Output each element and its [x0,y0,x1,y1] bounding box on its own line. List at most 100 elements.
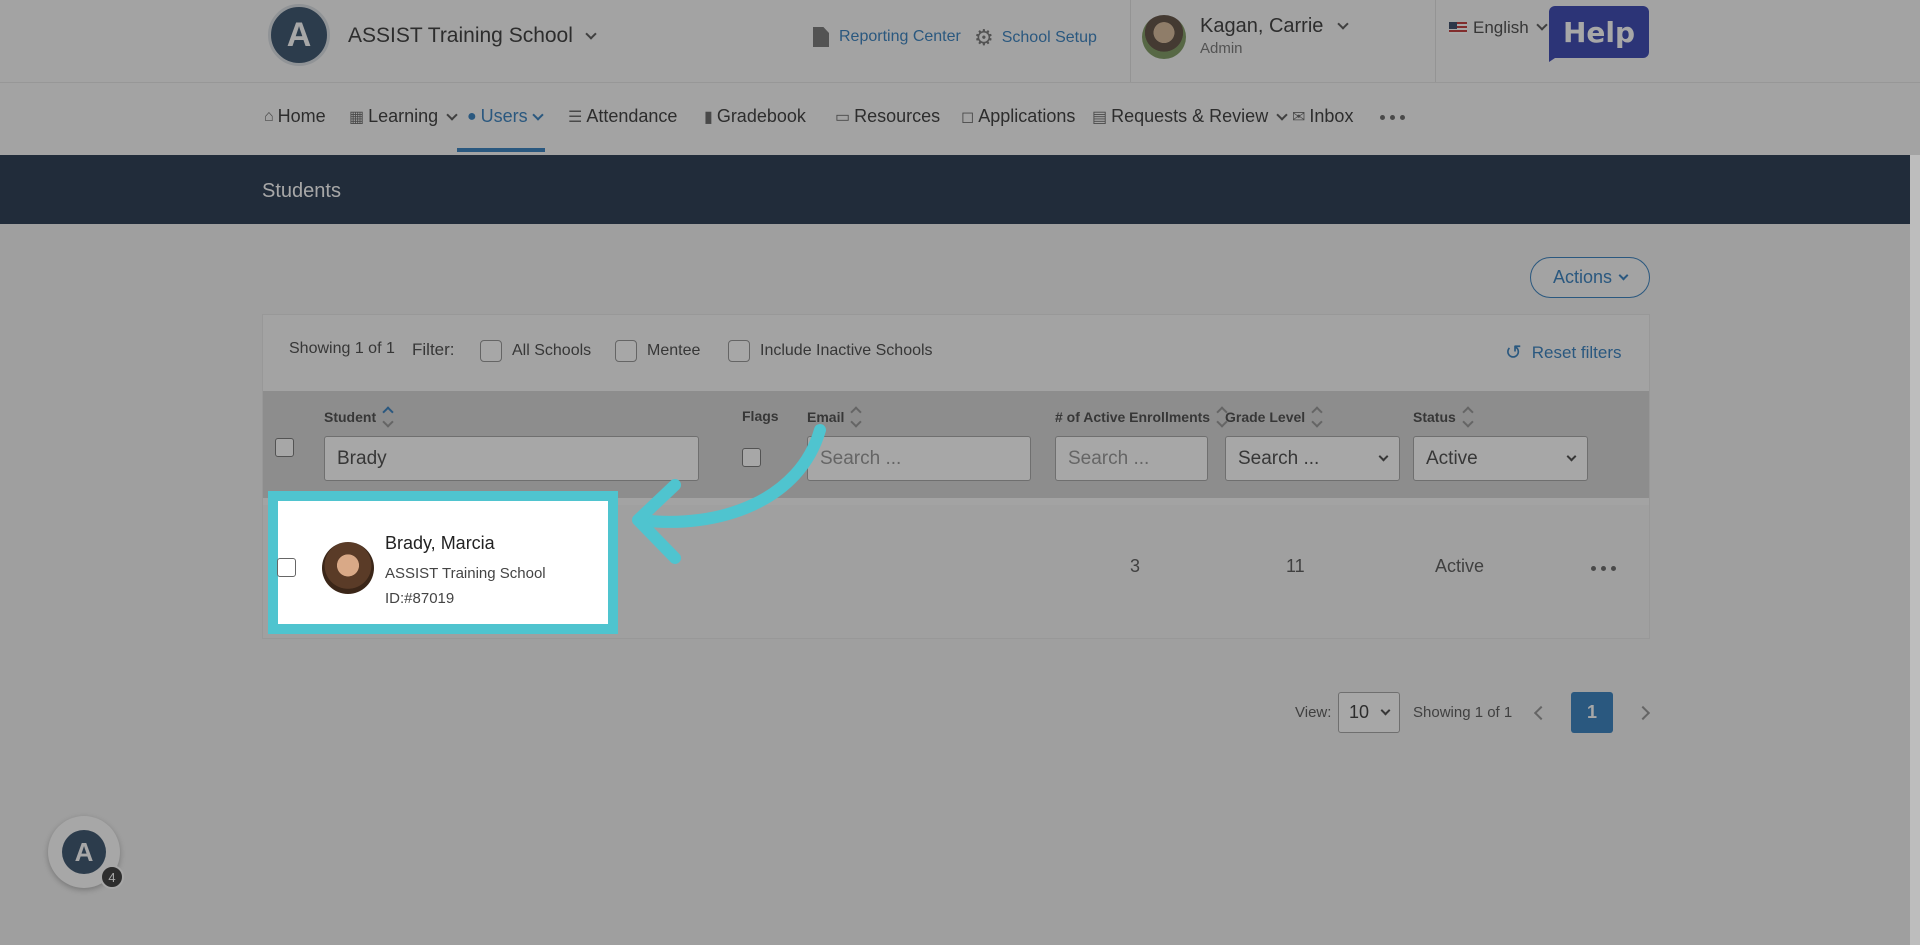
column-grade-label: Grade Level [1225,409,1306,425]
nav-label: Learning [368,106,439,126]
filter-mentee[interactable]: Mentee [615,340,700,362]
nav-label: Gradebook [716,106,806,126]
help-button[interactable]: Help [1549,6,1649,58]
column-status[interactable]: Status [1413,406,1474,428]
email-search-input[interactable]: Search ... [807,436,1031,481]
clipboard-icon: ▤ [1092,108,1108,126]
mentee-checkbox[interactable] [615,340,637,362]
chevron-down-icon [1378,451,1389,462]
chevron-down-icon [1337,18,1349,30]
notification-badge: 4 [100,865,124,889]
filter-include-inactive[interactable]: Include Inactive Schools [728,340,933,362]
nav-resources[interactable]: ▭ Resources [835,106,940,127]
row-enrollments: 3 [1130,556,1141,576]
widget-logo-letter: A [74,836,94,867]
nav-requests-review[interactable]: ▤ Requests & Review [1092,106,1288,127]
school-logo[interactable]: A [268,4,330,66]
nav-attendance[interactable]: ☰ Attendance [568,106,677,127]
row-grade: 11 [1286,556,1305,576]
reset-icon: ↺ [1505,342,1522,364]
nav-learning[interactable]: ▦ Learning [349,106,458,127]
next-page-button[interactable] [1622,692,1664,733]
nav-applications[interactable]: ◻ Applications [961,106,1075,127]
nav-users[interactable]: ● Users [467,106,544,127]
row-more-icon[interactable] [1591,566,1616,571]
chevron-down-icon [532,108,544,121]
language-label: English [1473,18,1529,37]
nav-label: Requests & Review [1111,106,1269,126]
highlighted-student-cell[interactable] [268,491,618,634]
chevron-down-icon [446,108,458,121]
tutorial-arrow-icon [632,424,826,564]
sort-icon[interactable] [1311,406,1323,428]
student-name-link[interactable]: Brady, Marcia [385,533,495,554]
include-inactive-checkbox[interactable] [728,340,750,362]
include-inactive-label: Include Inactive Schools [760,342,933,359]
school-setup-label: School Setup [1001,29,1097,46]
school-name: ASSIST Training School [348,24,573,47]
filter-label: Filter: [412,340,455,359]
bars-icon: ☰ [568,108,583,126]
sort-icon[interactable] [1462,406,1474,428]
chevron-down-icon [1380,705,1391,716]
reporting-center-link[interactable]: Reporting Center [813,27,961,47]
home-icon: ⌂ [264,107,274,125]
row-status: Active [1435,556,1485,576]
status-select[interactable]: Active [1413,436,1588,481]
pager-showing: Showing 1 of 1 [1413,704,1513,721]
user-menu[interactable]: Kagan, Carrie [1200,15,1349,38]
grade-level-select[interactable]: Search ... [1225,436,1400,481]
us-flag-icon [1449,22,1467,34]
sort-icon[interactable] [382,406,394,428]
reset-filters-button[interactable]: ↺ Reset filters [1505,340,1622,365]
page-size-value: 10 [1349,702,1370,722]
page-1-button[interactable]: 1 [1571,692,1613,733]
status-value: Active [1426,447,1478,469]
column-status-label: Status [1413,409,1456,425]
school-switcher[interactable]: ASSIST Training School [348,24,597,48]
nav-inbox[interactable]: ✉ Inbox [1292,106,1353,127]
logo-letter: A [286,15,312,54]
reporting-center-label: Reporting Center [839,28,961,45]
actions-button[interactable]: Actions [1530,257,1650,298]
user-name: Kagan, Carrie [1200,15,1324,37]
chevron-down-icon [1566,451,1577,462]
more-nav-icon[interactable] [1380,115,1405,120]
actions-label: Actions [1552,267,1613,287]
all-schools-checkbox[interactable] [480,340,502,362]
row-checkbox[interactable] [277,558,296,577]
nav-label: Attendance [586,106,678,126]
grid-icon: ▦ [349,108,365,126]
divider [1130,0,1131,82]
avatar[interactable] [1142,15,1186,59]
nav-gradebook[interactable]: ▮ Gradebook [704,106,806,127]
page-title: Students [262,180,341,202]
prev-page-button[interactable] [1520,692,1562,733]
nav-label: Applications [978,106,1076,126]
student-avatar [322,542,374,594]
column-enrollments-label: # of Active Enrollments [1055,409,1211,425]
chat-icon: ◻ [961,108,975,126]
divider [1435,0,1436,82]
page-size-select[interactable]: 10 [1338,692,1400,733]
column-student[interactable]: Student [324,406,394,428]
user-role: Admin [1200,40,1243,57]
enrollments-search-input[interactable]: Search ... [1055,436,1208,481]
column-grade[interactable]: Grade Level [1225,406,1323,428]
sort-icon[interactable] [850,406,863,428]
nav-label: Inbox [1309,106,1354,126]
mail-icon: ✉ [1292,108,1306,126]
school-setup-link[interactable]: ⚙ School Setup [974,27,1097,49]
column-enrollments[interactable]: # of Active Enrollments [1055,406,1228,428]
nav-home[interactable]: ⌂ Home [264,106,326,127]
nav-label: Users [480,106,528,126]
language-selector[interactable]: English [1473,18,1548,38]
scrollbar[interactable] [1910,155,1920,945]
filter-all-schools[interactable]: All Schools [480,340,591,362]
widget-logo: A [62,830,106,874]
reset-filters-label: Reset filters [1531,342,1622,362]
student-school: ASSIST Training School [385,565,546,582]
select-all-checkbox[interactable] [275,438,294,457]
column-student-label: Student [324,409,377,425]
student-id: ID:#87019 [385,590,455,607]
